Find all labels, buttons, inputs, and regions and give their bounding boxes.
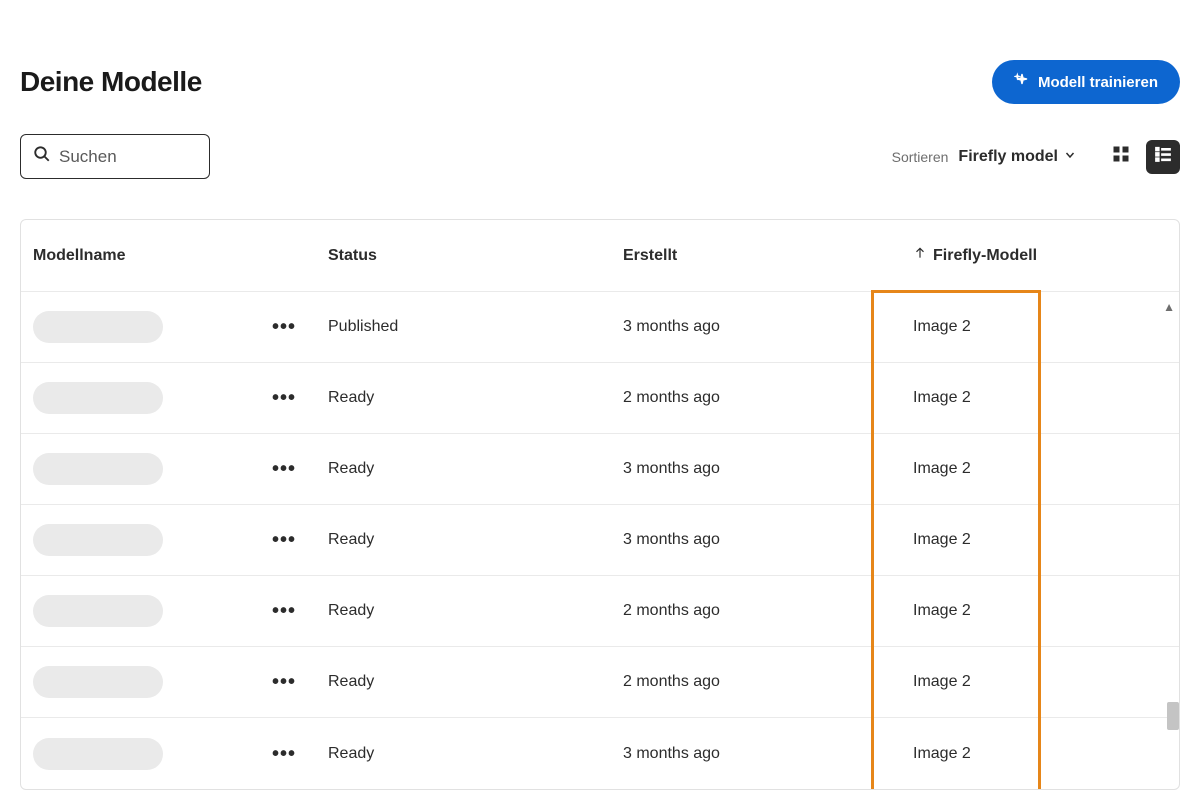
more-actions-button[interactable]: ••• <box>264 390 304 406</box>
search-icon <box>33 145 51 168</box>
status-cell: Ready <box>328 460 623 478</box>
table-row[interactable]: ••• Ready2 months agoImage 2 <box>21 363 1179 434</box>
chevron-down-icon <box>1064 148 1076 166</box>
firefly-model-cell: Image 2 <box>913 318 1180 336</box>
sort-label: Sortieren <box>892 149 949 165</box>
firefly-model-cell: Image 2 <box>913 673 1180 691</box>
models-table: Modellname Status Erstellt Firefly-Model… <box>20 219 1180 790</box>
scroll-up-icon[interactable]: ▲ <box>1163 300 1175 314</box>
column-header-name[interactable]: Modellname <box>33 246 328 265</box>
list-view-toggle[interactable] <box>1146 140 1180 174</box>
name-cell: ••• <box>33 666 328 698</box>
firefly-model-cell: Image 2 <box>913 460 1180 478</box>
model-name-placeholder <box>33 382 163 414</box>
name-cell: ••• <box>33 311 328 343</box>
train-model-button-label: Modell trainieren <box>1038 74 1158 91</box>
name-cell: ••• <box>33 524 328 556</box>
more-actions-button[interactable]: ••• <box>264 461 304 477</box>
status-cell: Ready <box>328 531 623 549</box>
status-cell: Ready <box>328 602 623 620</box>
firefly-model-cell: Image 2 <box>913 531 1180 549</box>
created-cell: 2 months ago <box>623 389 913 407</box>
column-header-firefly[interactable]: Firefly-Modell <box>913 246 1180 265</box>
grid-icon <box>1112 145 1130 168</box>
table-row[interactable]: ••• Ready3 months agoImage 2 <box>21 718 1179 789</box>
more-actions-button[interactable]: ••• <box>264 603 304 619</box>
search-input[interactable]: Suchen <box>20 134 210 179</box>
train-model-button[interactable]: Modell trainieren <box>992 60 1180 104</box>
column-header-status[interactable]: Status <box>328 246 623 265</box>
status-cell: Published <box>328 318 623 336</box>
model-name-placeholder <box>33 524 163 556</box>
model-name-placeholder <box>33 595 163 627</box>
list-icon <box>1154 145 1172 168</box>
sort-arrow-up-icon <box>913 246 927 265</box>
firefly-model-cell: Image 2 <box>913 745 1180 763</box>
created-cell: 2 months ago <box>623 673 913 691</box>
more-actions-button[interactable]: ••• <box>264 674 304 690</box>
status-cell: Ready <box>328 745 623 763</box>
page-title: Deine Modelle <box>20 66 202 98</box>
column-header-firefly-label: Firefly-Modell <box>933 247 1037 265</box>
column-header-created[interactable]: Erstellt <box>623 246 913 265</box>
table-row[interactable]: ••• Published3 months agoImage 2 <box>21 292 1179 363</box>
table-row[interactable]: ••• Ready3 months agoImage 2 <box>21 434 1179 505</box>
sparkle-icon <box>1014 72 1030 92</box>
grid-view-toggle[interactable] <box>1104 140 1138 174</box>
created-cell: 2 months ago <box>623 602 913 620</box>
more-actions-button[interactable]: ••• <box>264 319 304 335</box>
table-header: Modellname Status Erstellt Firefly-Model… <box>21 220 1179 292</box>
created-cell: 3 months ago <box>623 531 913 549</box>
model-name-placeholder <box>33 738 163 770</box>
model-name-placeholder <box>33 666 163 698</box>
search-placeholder: Suchen <box>59 147 117 167</box>
table-body: ▲ •••Published3 months agoImage 2•••Read… <box>21 292 1179 789</box>
created-cell: 3 months ago <box>623 745 913 763</box>
sort-value: Firefly model <box>958 148 1058 166</box>
name-cell: ••• <box>33 595 328 627</box>
model-name-placeholder <box>33 311 163 343</box>
name-cell: ••• <box>33 382 328 414</box>
controls-row: Suchen Sortieren Firefly model <box>20 134 1180 219</box>
table-row[interactable]: ••• Ready2 months agoImage 2 <box>21 576 1179 647</box>
sort-dropdown[interactable]: Firefly model <box>958 148 1076 166</box>
table-row[interactable]: ••• Ready2 months agoImage 2 <box>21 647 1179 718</box>
firefly-model-cell: Image 2 <box>913 602 1180 620</box>
model-name-placeholder <box>33 453 163 485</box>
created-cell: 3 months ago <box>623 460 913 478</box>
table-row[interactable]: ••• Ready3 months agoImage 2 <box>21 505 1179 576</box>
firefly-model-cell: Image 2 <box>913 389 1180 407</box>
more-actions-button[interactable]: ••• <box>264 746 304 762</box>
created-cell: 3 months ago <box>623 318 913 336</box>
right-controls: Sortieren Firefly model <box>892 140 1180 174</box>
status-cell: Ready <box>328 389 623 407</box>
status-cell: Ready <box>328 673 623 691</box>
header: Deine Modelle Modell trainieren <box>20 0 1180 134</box>
more-actions-button[interactable]: ••• <box>264 532 304 548</box>
scrollbar-thumb[interactable] <box>1167 702 1179 730</box>
name-cell: ••• <box>33 453 328 485</box>
name-cell: ••• <box>33 738 328 770</box>
